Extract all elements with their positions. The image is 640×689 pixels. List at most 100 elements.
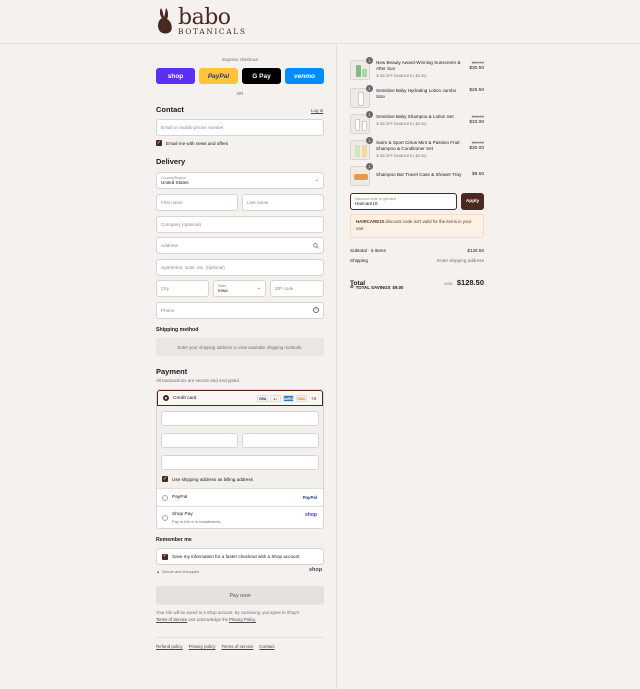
checkout-form: Express checkout shop PayPal G Pay venmo… [0,45,337,689]
item-name: Shampoo Bar Travel Case & Shower Tray [376,172,462,177]
subtotal-label: Subtotal · 5 items [350,248,386,253]
shop-pay-radio[interactable] [162,515,168,521]
shipping-label: Shipping [350,258,368,263]
legal-text: Your info will be saved to a Shop accoun… [156,610,324,623]
privacy-policy-link[interactable]: Privacy policy [189,644,216,649]
shipping-heading: Shipping method [156,327,199,333]
visa-icon: VISA [256,394,268,402]
lock-icon: ▲ [156,569,160,574]
quantity-badge: 1 [366,57,373,64]
paypal-radio[interactable] [162,494,168,501]
chevron-down-icon: ⌄ [256,285,261,291]
shop-logo-icon: shop [305,512,317,518]
item-name: Swim & Sport Citrus Mint & Passion Fruit… [376,140,460,151]
address-field[interactable]: Address [156,237,324,254]
last-name-field[interactable]: Last name [242,194,324,211]
discount-error-banner: HAIRCARE10 discount code isn't valid for… [350,214,484,238]
site-header: babo BOTANICALS [0,0,640,44]
card-expiry-field[interactable] [161,433,238,448]
brand-name: babo [178,4,231,30]
discount-code-field[interactable]: Discount code or gift card Haircare10 [350,193,457,210]
savings-value: $9.00 [392,284,404,290]
state-select[interactable]: State Iowa ⌄ [213,280,266,297]
legal-and: and acknowledge the [188,616,228,622]
shop-pay-label: Shop Pay [172,512,193,517]
credit-card-option[interactable]: Credit card VISA ●● AMEX DISC +3 [157,390,323,406]
footer-divider [156,637,324,638]
shipping-message: Enter your shipping address to view avai… [156,338,324,356]
shop-pay-sublabel: Pay in full or in installments [172,519,221,524]
paypal-label: PayPal [172,495,188,500]
shop-pay-express-button[interactable]: shop [156,68,195,84]
login-link[interactable]: Log in [311,108,323,113]
remember-heading: Remember me [156,537,192,543]
or-divider: OR [236,91,244,96]
credit-card-radio[interactable] [163,395,169,401]
remember-checkbox[interactable]: ✓ [162,553,168,560]
delivery-heading: Delivery [156,157,186,166]
paypal-option[interactable]: PayPal PayPal [157,488,323,506]
first-name-field[interactable]: First name [156,194,238,211]
news-label: Email me with news and offers [166,140,229,146]
pay-now-button[interactable]: Pay now [156,586,324,605]
remember-box: ✓ Save my information for a faster check… [156,548,324,565]
contact-link[interactable]: Contact [259,644,274,649]
contact-heading: Contact [156,105,184,114]
payment-subtitle: All transactions are secure and encrypte… [156,378,241,383]
billing-checkbox[interactable]: ✓ [162,476,168,482]
paypal-logo-icon: PayPal [302,495,317,500]
bunny-logo-icon [158,8,172,34]
refund-policy-link[interactable]: Refund policy [156,644,183,649]
brand-logo[interactable]: babo BOTANICALS [155,6,247,36]
company-field[interactable]: Company (optional) [156,216,324,233]
item-name: Sensitive Baby Shampoo & Lotion Set [376,114,454,119]
card-name-field[interactable] [161,455,319,470]
tag-icon: ⊘ [376,122,380,126]
gpay-express-button[interactable]: G Pay [242,68,281,84]
shipping-value: Enter shipping address [437,258,484,263]
total-savings: ⊘ TOTAL SAVINGS $9.00 [350,284,404,290]
discount-field-value: Haircare10 [355,201,378,206]
apply-button[interactable]: Apply [461,193,484,210]
phone-field[interactable]: Phone ? [156,302,324,319]
item-name: Sensitive Baby Hydrating Lotion Jumbo Si… [376,88,457,99]
country-select[interactable]: Country/Region United States ⌄ [156,172,324,189]
savings-label: TOTAL SAVINGS [355,284,391,290]
card-cvv-field[interactable] [242,433,319,448]
secure-label: Secure and encrypted [161,569,200,574]
shop-pay-option[interactable]: Shop Pay Pay in full or in installments … [157,506,323,529]
terms-of-service-link[interactable]: Terms of service [221,644,253,649]
subtotal-row: Subtotal · 5 items $128.50 [350,248,484,253]
country-value: United States [161,180,189,185]
address-placeholder: Address [161,243,178,248]
news-checkbox[interactable]: ✓ [156,140,162,146]
tag-icon: ⊘ [376,74,380,78]
quantity-badge: 1 [366,163,373,170]
order-summary: 1 New Beauty Award-Winning Sunscreen & A… [338,45,640,689]
terms-link[interactable]: Terms of Service [156,617,187,622]
item-discount: $3 OFF BUNDLES (-$3.00) [380,154,427,158]
state-value: Iowa [218,288,228,293]
item-price: $30.00 [469,146,484,151]
tag-icon: ⊘ [350,284,354,289]
city-field[interactable]: City [156,280,209,297]
legal-line: Your info will be saved to a Shop accoun… [156,610,300,615]
chevron-down-icon: ⌄ [314,177,319,183]
shipping-row: Shipping Enter shipping address [350,258,484,263]
item-price: $33.00 [469,120,484,125]
item-price: $9.50 [471,172,484,177]
zip-field[interactable]: ZIP code [270,280,324,297]
card-number-field[interactable] [161,411,319,426]
express-checkout-title: Express checkout [222,57,258,62]
more-cards-count: +3 [310,395,316,401]
item-price: $30.50 [469,66,484,71]
paypal-express-button[interactable]: PayPal [199,68,238,84]
payment-heading: Payment [156,367,188,376]
email-field[interactable]: Email or mobile phone number [156,119,324,136]
footer-links: Refund policy Privacy policy Terms of se… [156,644,275,649]
venmo-express-button[interactable]: venmo [285,68,324,84]
apartment-field[interactable]: Apartment, suite, etc. (optional) [156,259,324,276]
privacy-link[interactable]: Privacy Policy. [229,617,256,622]
subtotal-value: $128.50 [467,248,484,253]
help-icon[interactable]: ? [313,307,319,313]
